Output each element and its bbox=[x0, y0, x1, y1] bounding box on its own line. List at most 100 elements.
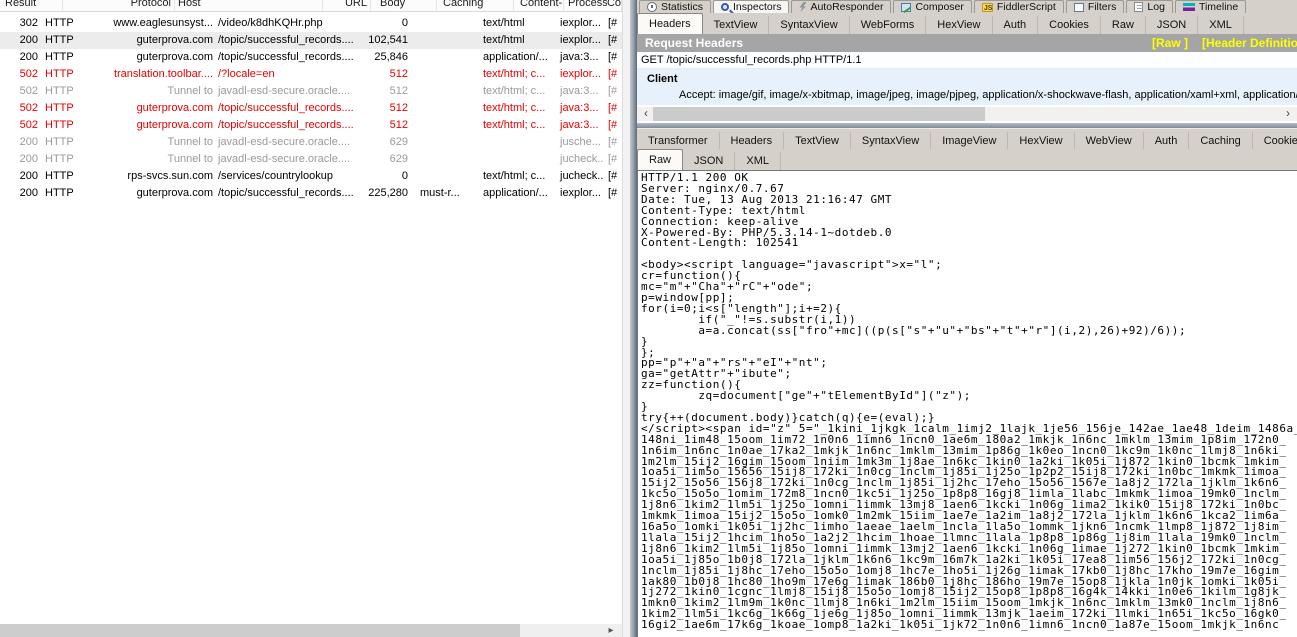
cell-host: Tunnel to bbox=[103, 83, 215, 100]
session-row[interactable]: 200 HTTP Tunnel to javadl-esd-secure.ora… bbox=[0, 151, 622, 168]
cell-comments: [# bbox=[604, 83, 622, 100]
cell-content-type bbox=[477, 134, 554, 151]
cell-host: Tunnel to bbox=[103, 134, 215, 151]
cell-body: 25,846 bbox=[363, 49, 411, 66]
column-header-caching[interactable]: Caching bbox=[437, 0, 514, 11]
response-tab-headers[interactable]: Headers bbox=[720, 132, 785, 150]
response-subtab-xml[interactable]: XML bbox=[735, 152, 781, 170]
column-header-body[interactable]: Body bbox=[371, 0, 437, 11]
request-tab-raw[interactable]: Raw bbox=[1101, 16, 1146, 34]
cell-comments: [# bbox=[604, 134, 622, 151]
cell-caching bbox=[411, 66, 477, 83]
session-row[interactable]: 200 HTTP guterprova.com /topic/successfu… bbox=[0, 185, 622, 202]
session-row[interactable]: 502 HTTP guterprova.com /topic/successfu… bbox=[0, 117, 622, 134]
response-raw-view[interactable]: HTTP/1.1 200 OK Server: nginx/0.7.67 Dat… bbox=[637, 170, 1297, 637]
response-tab-imageview[interactable]: ImageView bbox=[931, 132, 1008, 150]
column-header-protocol[interactable]: Protocol bbox=[63, 0, 175, 11]
session-row[interactable]: 502 HTTP guterprova.com /topic/successfu… bbox=[0, 100, 622, 117]
response-subtab-raw[interactable]: Raw bbox=[637, 149, 683, 170]
response-tab-textview[interactable]: TextView bbox=[784, 132, 851, 150]
request-tab-hexview[interactable]: HexView bbox=[926, 16, 992, 34]
raw-link[interactable]: [Raw ] bbox=[1152, 36, 1188, 50]
cell-comments: [# bbox=[604, 100, 622, 117]
session-row[interactable]: 200 HTTP guterprova.com /topic/successfu… bbox=[0, 49, 622, 66]
cell-result: 200 bbox=[0, 32, 40, 49]
cell-comments: [# bbox=[604, 15, 622, 32]
column-header-process[interactable]: Process bbox=[564, 0, 607, 11]
cell-body: 512 bbox=[363, 117, 411, 134]
request-line[interactable]: GET /topic/successful_records.php HTTP/1… bbox=[637, 52, 1297, 69]
response-tab-auth[interactable]: Auth bbox=[1144, 132, 1190, 150]
header-definitions-link[interactable]: [Header Definitions] bbox=[1202, 36, 1297, 50]
response-tab-webview[interactable]: WebView bbox=[1075, 132, 1144, 150]
request-tab-cookies[interactable]: Cookies bbox=[1038, 16, 1101, 34]
request-tab-auth[interactable]: Auth bbox=[993, 16, 1039, 34]
session-row[interactable]: 200 HTTP rps-svcs.sun.com /services/coun… bbox=[0, 168, 622, 185]
panel-splitter[interactable] bbox=[630, 0, 637, 637]
hscroll-thumb[interactable] bbox=[0, 624, 520, 637]
client-section-header[interactable]: Client bbox=[637, 69, 1297, 87]
cell-result: 200 bbox=[0, 134, 40, 151]
session-row[interactable]: 502 HTTP translation.toolbar.... /?local… bbox=[0, 66, 622, 83]
cell-url: javadl-esd-secure.oracle.... bbox=[215, 134, 363, 151]
request-hscrollbar[interactable]: ‹ › bbox=[637, 107, 1297, 121]
cell-protocol: HTTP bbox=[40, 32, 103, 49]
filters-icon bbox=[1074, 3, 1084, 12]
main-tab-composer[interactable]: Composer bbox=[893, 0, 971, 13]
hscroll-right-arrow-icon[interactable]: › bbox=[1281, 107, 1295, 121]
cell-process: java:3... bbox=[554, 100, 604, 117]
session-row[interactable]: 302 HTTP www.eaglesunsyst... /video/k8dh… bbox=[0, 15, 622, 32]
request-tab-xml[interactable]: XML bbox=[1198, 16, 1244, 34]
hscroll-right-arrow-icon[interactable]: ▸ bbox=[604, 624, 618, 637]
cell-protocol: HTTP bbox=[40, 151, 103, 168]
cell-result: 302 bbox=[0, 15, 40, 32]
response-subtab-json[interactable]: JSON bbox=[683, 152, 735, 170]
column-header-url[interactable]: URL bbox=[323, 0, 371, 11]
column-header-co[interactable]: Co bbox=[607, 0, 622, 11]
cell-process: jucheck... bbox=[554, 151, 604, 168]
column-header-result[interactable]: Result bbox=[0, 0, 63, 11]
request-tab-json[interactable]: JSON bbox=[1146, 16, 1198, 34]
hscroll-thumb[interactable] bbox=[653, 107, 985, 121]
main-tab-autoresponder[interactable]: AutoResponder bbox=[791, 0, 891, 13]
response-format-tabs: Raw JSON XML bbox=[637, 149, 1297, 170]
main-tab-fiddlerscript[interactable]: FiddlerScript bbox=[974, 0, 1064, 13]
response-tab-caching[interactable]: Caching bbox=[1189, 132, 1252, 150]
main-tab-timeline[interactable]: Timeline bbox=[1175, 0, 1246, 13]
session-list-hscrollbar[interactable]: ▸ bbox=[0, 624, 622, 637]
request-tab-textview[interactable]: TextView bbox=[703, 16, 770, 34]
cell-process: java:3... bbox=[554, 117, 604, 134]
request-tab-webforms[interactable]: WebForms bbox=[850, 16, 927, 34]
session-list-vscrollbar[interactable] bbox=[622, 0, 630, 637]
cell-caching bbox=[411, 83, 477, 100]
main-tab-filters[interactable]: Filters bbox=[1066, 0, 1125, 13]
cell-process: java:3... bbox=[554, 83, 604, 100]
request-tab-headers[interactable]: Headers bbox=[637, 13, 703, 34]
cell-process: java:3... bbox=[554, 49, 604, 66]
session-row[interactable]: 502 HTTP Tunnel to javadl-esd-secure.ora… bbox=[0, 83, 622, 100]
response-tab-cookies[interactable]: Cookies bbox=[1253, 132, 1297, 150]
main-tab-log[interactable]: Log bbox=[1126, 0, 1173, 13]
column-header-content-type[interactable]: Content-Type bbox=[514, 0, 564, 11]
cell-protocol: HTTP bbox=[40, 117, 103, 134]
session-row[interactable]: 200 HTTP guterprova.com /topic/successfu… bbox=[0, 32, 622, 49]
cell-host: Tunnel to bbox=[103, 151, 215, 168]
response-tab-transformer[interactable]: Transformer bbox=[637, 132, 720, 150]
cell-host: translation.toolbar.... bbox=[103, 66, 215, 83]
accept-header-line[interactable]: Accept: image/gif, image/x-xbitmap, imag… bbox=[637, 87, 1297, 103]
main-tab-label: Filters bbox=[1088, 1, 1117, 13]
session-row[interactable]: 200 HTTP Tunnel to javadl-esd-secure.ora… bbox=[0, 134, 622, 151]
main-tab-statistics[interactable]: Statistics bbox=[639, 0, 711, 13]
response-tab-syntaxview[interactable]: SyntaxView bbox=[851, 132, 931, 150]
cell-url: /topic/successful_records.... bbox=[215, 32, 363, 49]
column-header-host[interactable]: Host bbox=[175, 0, 323, 11]
inspectors-icon bbox=[721, 3, 729, 11]
cell-content-type: text/html; c... bbox=[477, 100, 554, 117]
cell-content-type: text/html; c... bbox=[477, 83, 554, 100]
cell-body: 629 bbox=[363, 151, 411, 168]
main-tab-inspectors[interactable]: Inspectors bbox=[713, 0, 789, 13]
request-tab-syntaxview[interactable]: SyntaxView bbox=[769, 16, 849, 34]
response-tab-hexview[interactable]: HexView bbox=[1008, 132, 1074, 150]
hscroll-left-arrow-icon[interactable]: ‹ bbox=[639, 107, 653, 121]
cell-result: 502 bbox=[0, 100, 40, 117]
